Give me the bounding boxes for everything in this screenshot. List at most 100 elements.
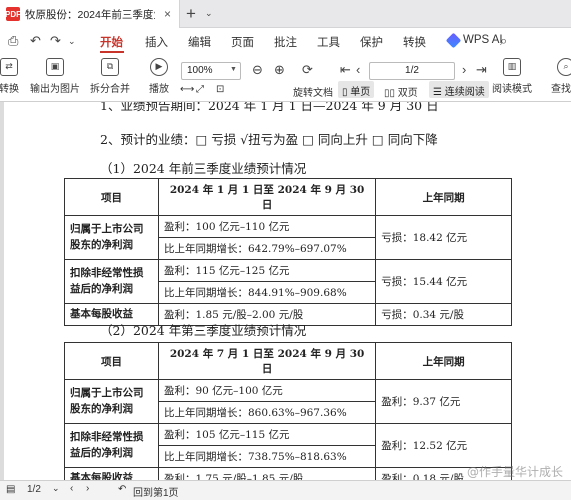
print-icon[interactable]: ⎙ (8, 33, 18, 49)
last-page-icon[interactable]: ⇥ (476, 62, 487, 78)
next-page-icon[interactable]: › (86, 483, 89, 494)
previous-value-cell: 盈利：12.52 亿元 (375, 423, 512, 468)
close-icon[interactable]: × (164, 7, 171, 21)
export-image-button[interactable]: ▣ 输出为图片 (30, 58, 80, 95)
tab-bar: PDF 牧原股份：2024年前三季度业绩预告 × + ⌄ (0, 0, 571, 28)
image-icon: ▣ (46, 58, 64, 76)
single-page-button[interactable]: ▯ 单页 (338, 81, 375, 98)
value-cell: 盈利：100 亿元–110 亿元 (157, 215, 377, 238)
header-item: 项目 (64, 342, 159, 380)
convert-label: 转换 (0, 84, 19, 95)
row-label: 扣除非经常性损益后的净利润 (64, 423, 159, 468)
chevron-down-icon[interactable]: ⌄ (205, 8, 213, 19)
status-page-indicator: 1/2 (27, 484, 41, 495)
status-bar: ▤ 1/2 ⌄ ‹ › ↶ 回到第1页 (0, 480, 571, 500)
previous-value-cell: 亏损：15.44 亿元 (375, 259, 512, 304)
row-label: 扣除非经常性损益后的净利润 (64, 259, 159, 304)
fit-width-icon[interactable]: ⟷ (180, 84, 194, 95)
redo-icon[interactable]: ↷ (50, 33, 61, 49)
growth-cell: 比上年同期增长：738.75%–818.63% (157, 445, 377, 468)
section2-title: （2）2024 年第三季度业绩预计情况 (100, 323, 307, 338)
menu-insert[interactable]: 插入 (145, 34, 168, 50)
table-row: 归属于上市公司股东的净利润 盈利：90 亿元–100 亿元 盈利：9.37 亿元 (64, 379, 512, 424)
menu-page[interactable]: 页面 (231, 34, 254, 50)
book-icon: ▥ (503, 58, 521, 76)
search-icon[interactable]: ⌕ (500, 33, 507, 49)
toolbar: ⇄ 转换 ▣ 输出为图片 ⧉ 拆分合并 ▶ 播放 100% ▼ ⊖ ⊕ ⟳ ⇤ … (0, 54, 571, 102)
search-icon: ⌕ (557, 58, 571, 76)
menu-convert[interactable]: 转换 (403, 34, 426, 50)
convert-button[interactable]: ⇄ 转换 (0, 58, 22, 95)
play-label: 播放 (149, 84, 169, 95)
split-merge-button[interactable]: ⧉ 拆分合并 (86, 58, 134, 95)
value-cell: 盈利：115 亿元–125 亿元 (157, 259, 377, 282)
double-page-label: 双页 (397, 88, 418, 99)
new-tab-icon[interactable]: + (186, 4, 196, 24)
rotate-icon[interactable]: ⟳ (302, 62, 313, 78)
zoom-out-icon[interactable]: ⊖ (252, 62, 263, 78)
menu-home[interactable]: 开始 (100, 34, 123, 50)
convert-icon: ⇄ (0, 58, 18, 76)
back-to-first-page-link[interactable]: 回到第1页 (133, 484, 179, 499)
pdf-page: 1、业绩预告期间：2024 年 1 月 1 日—2024 年 9 月 30 日 … (4, 102, 571, 480)
play-button[interactable]: ▶ 播放 (146, 58, 172, 95)
header-current-period: 2024 年 7 月 1 日至 2024 年 9 月 30 日 (157, 342, 377, 380)
rotate-doc-label[interactable]: 旋转文档 (293, 84, 333, 99)
value-cell: 盈利：1.75 元/股–1.85 元/股 (157, 466, 377, 480)
value-cell: 盈利：105 亿元–115 亿元 (157, 423, 377, 446)
forecast-period-line: 1、业绩预告期间：2024 年 1 月 1 日—2024 年 9 月 30 日 (100, 102, 439, 113)
find-replace-button[interactable]: ⌕ 查找替 (546, 58, 571, 95)
growth-cell: 比上年同期增长：844.91%–909.68% (157, 281, 377, 304)
tab-title: 牧原股份：2024年前三季度业绩预告 (25, 8, 155, 21)
growth-cell: 比上年同期增长：642.79%–697.07% (157, 237, 377, 260)
expected-result-line: 2、预计的业绩：□ 亏损 √扭亏为盈 □ 同向上升 □ 同向下降 (100, 132, 438, 147)
split-merge-icon: ⧉ (101, 58, 119, 76)
read-mode-button[interactable]: ▥ 阅读模式 (492, 58, 532, 95)
chevron-down-icon[interactable]: ⌄ (68, 36, 76, 47)
row-label: 基本每股收益 (64, 466, 159, 480)
prev-page-icon[interactable]: ‹ (356, 62, 360, 77)
document-tab[interactable]: PDF 牧原股份：2024年前三季度业绩预告 × (0, 0, 180, 28)
document-viewport[interactable]: 1、业绩预告期间：2024 年 1 月 1 日—2024 年 9 月 30 日 … (0, 102, 571, 480)
next-page-icon[interactable]: › (462, 62, 466, 77)
row-label: 归属于上市公司股东的净利润 (64, 379, 159, 424)
growth-cell: 比上年同期增长：860.63%–967.36% (157, 401, 377, 424)
table-row: 扣除非经常性损益后的净利润 盈利：105 亿元–115 亿元 盈利：12.52 … (64, 423, 512, 468)
header-item: 项目 (64, 178, 159, 216)
previous-value-cell: 亏损：18.42 亿元 (375, 215, 512, 260)
q3-forecast-table: 项目 2024 年 7 月 1 日至 2024 年 9 月 30 日 上年同期 … (64, 342, 512, 480)
first-page-icon[interactable]: ⇤ (340, 62, 351, 78)
continuous-read-label: 连续阅读 (444, 87, 485, 98)
menu-wps-ai[interactable]: WPS AI (463, 34, 503, 46)
chevron-down-icon[interactable]: ⌄ (52, 483, 60, 494)
table-row: 基本每股收益 盈利：1.75 元/股–1.85 元/股 盈利：0.18 元/股 (64, 466, 512, 480)
table-row: 归属于上市公司股东的净利润 盈利：100 亿元–110 亿元 亏损：18.42 … (64, 215, 512, 260)
split-merge-label: 拆分合并 (90, 84, 130, 95)
fit-icon[interactable]: ⊡ (216, 84, 224, 95)
header-current-period: 2024 年 1 月 1 日至 2024 年 9 月 30 日 (157, 178, 377, 216)
zoom-in-icon[interactable]: ⊕ (274, 62, 285, 78)
menu-edit[interactable]: 编辑 (188, 34, 211, 50)
page-number-input[interactable]: 1/2 (369, 62, 455, 80)
read-mode-label: 阅读模式 (492, 84, 532, 95)
play-icon: ▶ (150, 58, 168, 76)
menu-tools[interactable]: 工具 (317, 34, 340, 50)
menu-protect[interactable]: 保护 (360, 34, 383, 50)
sidebar-toggle-icon[interactable]: ▤ (6, 484, 15, 495)
table-header-row: 项目 2024 年 7 月 1 日至 2024 年 9 月 30 日 上年同期 (64, 342, 512, 380)
export-image-label: 输出为图片 (30, 84, 80, 95)
undo-icon[interactable]: ↶ (30, 33, 41, 49)
chevron-down-icon[interactable]: ▼ (230, 66, 237, 73)
table-header-row: 项目 2024 年 1 月 1 日至 2024 年 9 月 30 日 上年同期 (64, 178, 512, 216)
double-page-button[interactable]: ▯▯ 双页 (384, 84, 418, 99)
continuous-read-button[interactable]: ☰ 连续阅读 (429, 81, 489, 98)
menu-annotate[interactable]: 批注 (274, 34, 297, 50)
previous-value-cell: 盈利：9.37 亿元 (375, 379, 512, 424)
prev-page-icon[interactable]: ‹ (70, 483, 73, 494)
value-cell: 盈利：90 亿元–100 亿元 (157, 379, 377, 402)
pdf-icon: PDF (5, 7, 21, 21)
header-previous-period: 上年同期 (375, 178, 512, 216)
fit-page-icon[interactable]: ⤢ (196, 84, 204, 95)
find-label: 查找替 (551, 84, 571, 95)
back-to-page-icon[interactable]: ↶ (118, 484, 126, 495)
